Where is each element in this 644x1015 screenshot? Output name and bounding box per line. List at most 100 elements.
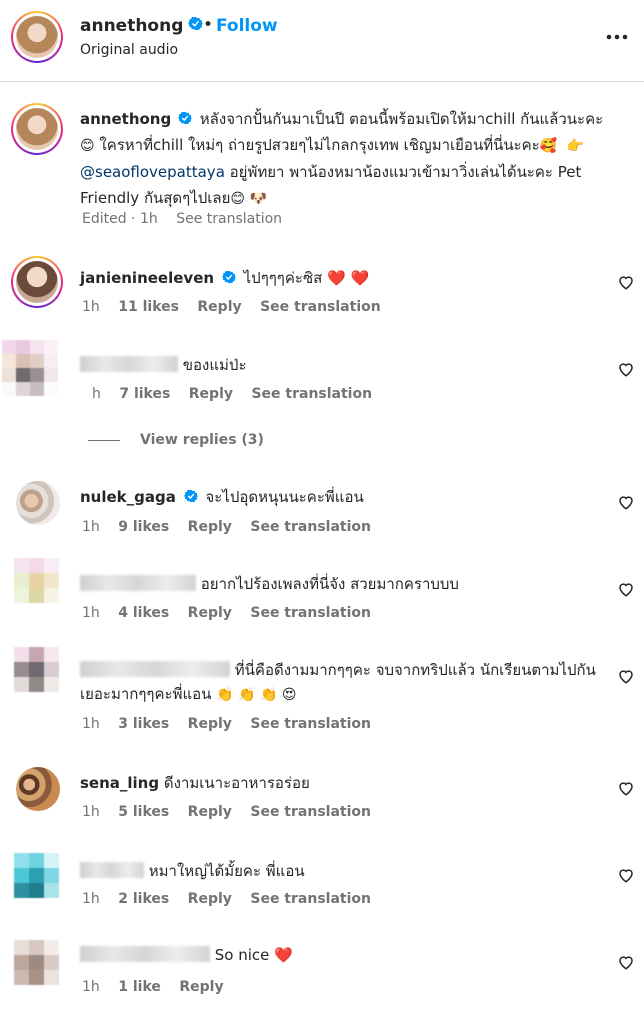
comment-body: ไปๆๆๆค่ะซิส [243, 269, 323, 287]
comment-likes[interactable]: 11 likes [118, 299, 179, 315]
comment-body: So nice [214, 946, 270, 964]
comment-row: So nice ❤️ [80, 946, 293, 964]
comment-body: หมาใหญ่ได้มั้ยคะ พี่แอน [148, 862, 305, 880]
like-heart-icon[interactable] [617, 360, 635, 378]
comment-likes[interactable]: 5 likes [118, 804, 169, 820]
blurred-avatar[interactable] [14, 853, 59, 898]
see-translation-button[interactable]: See translation [250, 716, 371, 732]
comment-body: จะไปอุดหนุนนะคะพี่แอน [205, 488, 364, 506]
blurred-avatar[interactable] [14, 558, 59, 603]
see-translation-button[interactable]: See translation [250, 519, 371, 535]
comment-body: ดีงามเนาะอาหารอร่อย [163, 774, 310, 792]
comment-time: 1h [82, 804, 100, 820]
comment-row: หมาใหญ่ได้มั้ยคะ พี่แอน [80, 859, 305, 883]
see-translation-button[interactable]: See translation [250, 605, 371, 621]
blurred-username[interactable] [80, 356, 178, 372]
comment-meta: 1h 1 like Reply [82, 979, 238, 995]
caption-body-2: ใครหาที่chill ใหม่ๆ ถ่ายรูปสวยๆไม่ไกลกรุ… [94, 136, 540, 154]
comment-avatar[interactable] [11, 256, 63, 308]
comment-time: 1h [82, 979, 100, 995]
caption-body-1: หลังจากปั้นกันมาเป็นปี ตอนนี้พร้อมเปิดให… [199, 110, 604, 128]
comment-meta: 1h 4 likes Reply See translation [82, 605, 385, 621]
blurred-avatar[interactable] [2, 340, 58, 396]
comment-username[interactable]: janienineeleven [80, 269, 214, 287]
like-heart-icon[interactable] [617, 779, 635, 797]
comment-likes[interactable]: 4 likes [118, 605, 169, 621]
comment-body: อยากไปร้องเพลงที่นี่จัง สวยมากคราบบบ [200, 575, 459, 593]
comment-username[interactable]: nulek_gaga [80, 488, 176, 506]
reply-button[interactable]: Reply [188, 804, 232, 820]
like-heart-icon[interactable] [617, 493, 635, 511]
blurred-avatar[interactable] [14, 940, 59, 985]
blurred-username[interactable] [80, 862, 144, 878]
blurred-username[interactable] [80, 575, 196, 591]
like-heart-icon[interactable] [617, 667, 635, 685]
comment-meta: h 7 likes Reply See translation [92, 386, 386, 402]
follow-button[interactable]: Follow [216, 16, 278, 36]
comment-username[interactable]: sena_ling [80, 774, 159, 792]
caption-username[interactable]: annethong [80, 110, 171, 128]
like-heart-icon[interactable] [617, 580, 635, 598]
smile-emoji: 😊 [80, 138, 95, 154]
dog-emoji: 🐶 [249, 191, 268, 207]
see-translation-button[interactable]: See translation [260, 299, 381, 315]
clapping-emoji: 👏 👏 👏 😍 [216, 687, 297, 703]
comment-row: ของแม่ป่ะ [80, 353, 247, 377]
comment-time: 1h [82, 716, 100, 732]
comment-likes[interactable]: 9 likes [118, 519, 169, 535]
header-avatar[interactable] [11, 11, 63, 63]
comment-avatar[interactable] [16, 481, 60, 525]
like-heart-icon[interactable] [617, 953, 635, 971]
original-audio-link[interactable]: Original audio [80, 42, 178, 58]
comment-meta: 1h 5 likes Reply See translation [82, 804, 385, 820]
pointing-right-emoji: 👉 [566, 138, 585, 154]
comment-row: sena_ling ดีงามเนาะอาหารอร่อย [80, 771, 310, 795]
red-heart-emoji: ❤️ ❤️ [327, 269, 370, 287]
comment-meta: 1h 2 likes Reply See translation [82, 891, 385, 907]
view-replies-button[interactable]: View replies (3) [140, 432, 264, 448]
comment-likes[interactable]: 3 likes [118, 716, 169, 732]
red-heart-emoji: ❤️ [274, 946, 293, 964]
caption-meta: Edited · 1h See translation [82, 211, 296, 227]
like-heart-icon[interactable] [617, 866, 635, 884]
reply-button[interactable]: Reply [188, 605, 232, 621]
comment-likes[interactable]: 2 likes [118, 891, 169, 907]
reply-button[interactable]: Reply [189, 386, 233, 402]
comment-meta: 1h 3 likes Reply See translation [82, 716, 385, 732]
caption-avatar[interactable] [11, 103, 63, 155]
like-heart-icon[interactable] [617, 273, 635, 291]
comment-row: nulek_gaga จะไปอุดหนุนนะคะพี่แอน [80, 485, 364, 509]
comment-meta: 1h 11 likes Reply See translation [82, 299, 395, 315]
see-translation-button[interactable]: See translation [250, 804, 371, 820]
more-dots-icon[interactable] [604, 24, 630, 50]
verified-badge-icon [178, 111, 193, 125]
post-header: annethong • Follow Original audio [0, 0, 644, 82]
reply-button[interactable]: Reply [188, 519, 232, 535]
comment-row: อยากไปร้องเพลงที่นี่จัง สวยมากคราบบบ [80, 572, 459, 596]
comment-body: ของแม่ป่ะ [182, 356, 247, 374]
reply-button[interactable]: Reply [197, 299, 241, 315]
reply-button[interactable]: Reply [188, 891, 232, 907]
verified-badge-icon [221, 270, 236, 284]
see-translation-button[interactable]: See translation [251, 386, 372, 402]
comment-time: 1h [82, 299, 100, 315]
blurred-avatar[interactable] [14, 647, 59, 692]
comment-time: 1h [82, 519, 100, 535]
mention-link[interactable]: @seaoflovepattaya [80, 163, 225, 181]
comment-likes[interactable]: 7 likes [119, 386, 170, 402]
comment-row: ที่นี่คือดีงามมากๆๆคะ จบจากทริปแล้ว นักเ… [80, 658, 600, 707]
comment-time: 1h [82, 891, 100, 907]
reply-button[interactable]: Reply [188, 716, 232, 732]
comment-meta: 1h 9 likes Reply See translation [82, 519, 385, 535]
see-translation-button[interactable]: See translation [250, 891, 371, 907]
blurred-username[interactable] [80, 661, 230, 677]
comment-time: 1h [82, 605, 100, 621]
header-username[interactable]: annethong [80, 16, 183, 36]
comment-likes[interactable]: 1 like [118, 979, 161, 995]
header-separator: • [203, 15, 214, 35]
blurred-username[interactable] [80, 946, 210, 962]
comment-avatar[interactable] [16, 767, 60, 811]
caption-see-translation[interactable]: See translation [176, 211, 282, 227]
reply-button[interactable]: Reply [179, 979, 223, 995]
header-username-row[interactable]: annethong [80, 16, 204, 36]
